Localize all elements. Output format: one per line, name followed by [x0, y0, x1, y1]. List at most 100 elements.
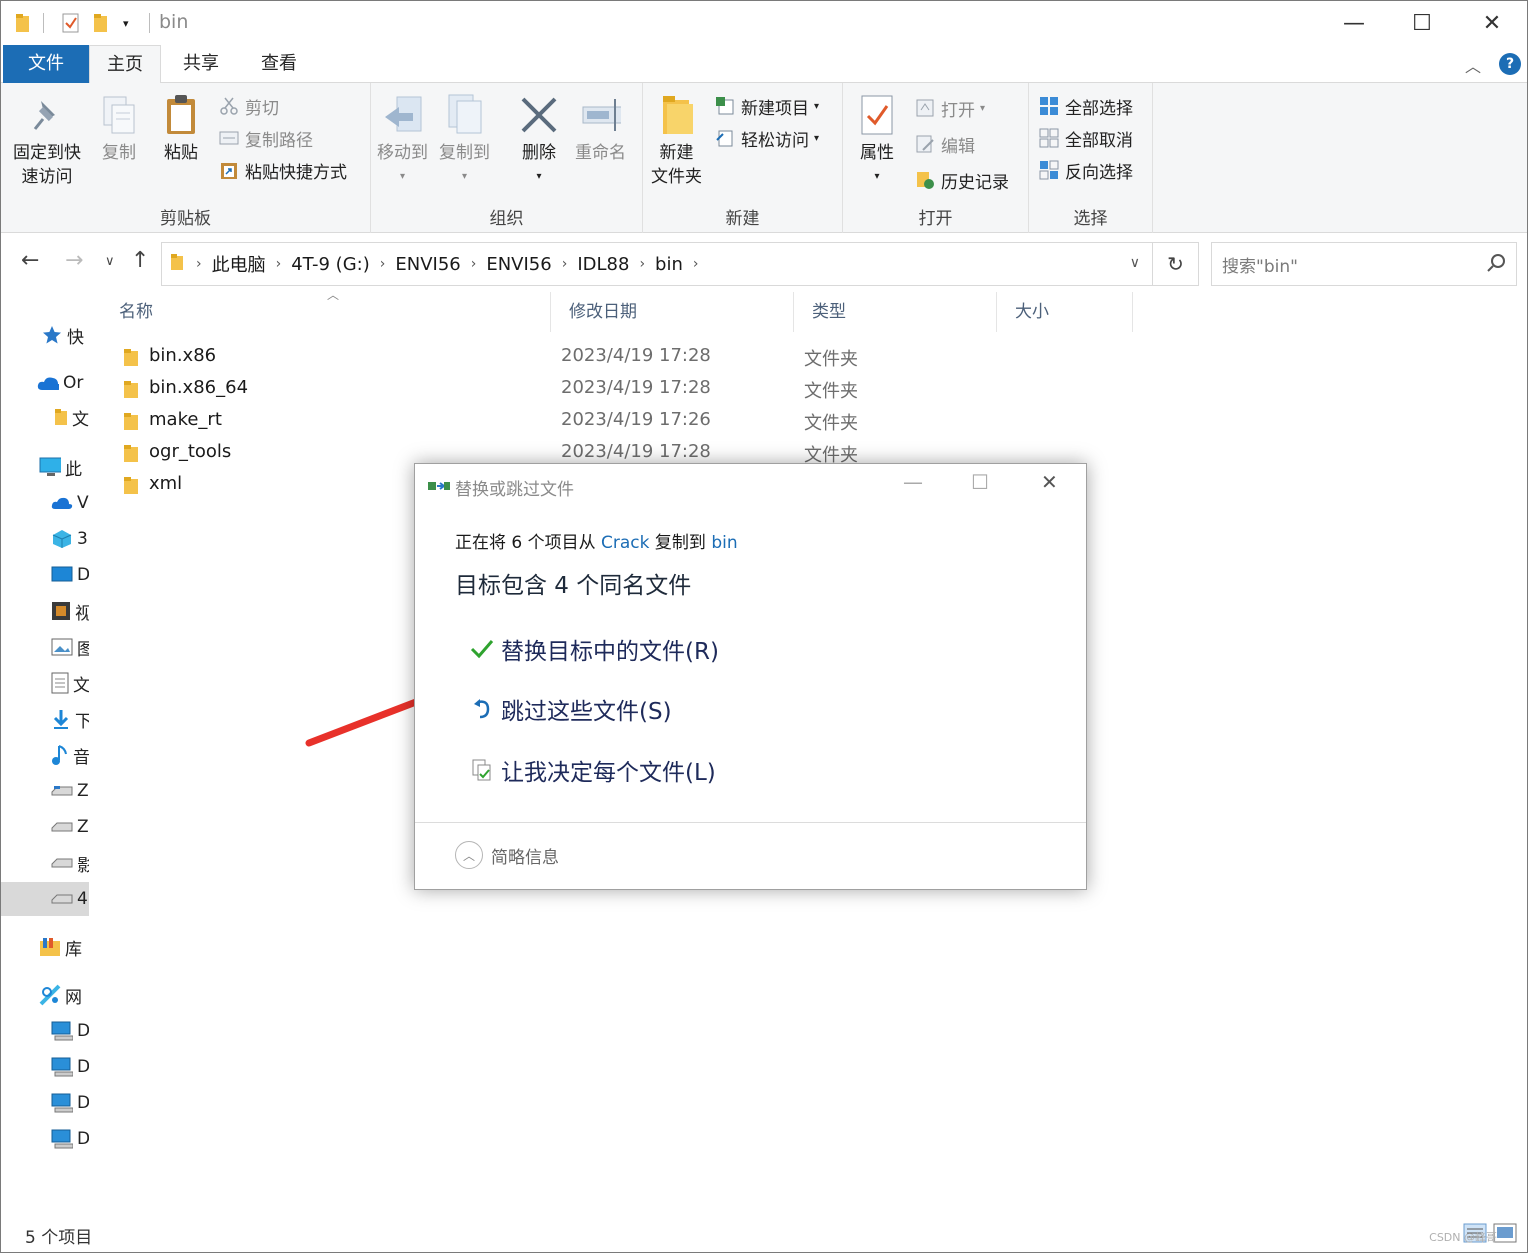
- nav-item-quick-access[interactable]: 快: [1, 318, 89, 352]
- dialog-close-button[interactable]: ✕: [1041, 470, 1058, 494]
- source-folder-link[interactable]: Crack: [601, 533, 649, 553]
- destination-folder-link[interactable]: bin: [711, 533, 737, 553]
- open-dropdown-icon: ▾: [980, 102, 986, 114]
- file-row[interactable]: bin.x86_64 2023/4/19 17:28 文件夹: [101, 373, 901, 405]
- nav-item-network-pc1[interactable]: D: [1, 1014, 89, 1048]
- pin-quick-access-button[interactable]: 固定到快 速访问: [13, 93, 81, 189]
- file-row[interactable]: bin.x86 2023/4/19 17:28 文件夹: [101, 341, 901, 373]
- breadcrumb-idl88[interactable]: IDL88: [577, 254, 629, 275]
- new-item-button[interactable]: 新建项目 ▾: [715, 91, 819, 121]
- recent-locations-chevron-icon[interactable]: ∨: [105, 254, 115, 269]
- dialog-maximize-button[interactable]: ☐: [971, 470, 989, 494]
- search-input[interactable]: 搜索"bin": [1211, 242, 1517, 286]
- nav-item-drive-4t[interactable]: 4: [1, 882, 89, 916]
- dialog-minimize-button[interactable]: —: [903, 470, 923, 494]
- tab-share[interactable]: 共享: [165, 45, 237, 83]
- address-bar[interactable]: › 此电脑 › 4T-9 (G:) › ENVI56 › ENVI56 › ID…: [161, 242, 1153, 286]
- history-icon: [915, 170, 935, 190]
- nav-item-drive-ying[interactable]: 影: [1, 846, 89, 880]
- properties-quick-icon[interactable]: [61, 11, 81, 35]
- nav-item-v[interactable]: V: [1, 486, 89, 520]
- fewer-details-label: 简略信息: [491, 847, 559, 868]
- properties-button[interactable]: 属性 ▾: [857, 93, 897, 189]
- help-icon[interactable]: ?: [1499, 53, 1521, 75]
- nav-item-pictures[interactable]: 图: [1, 630, 89, 664]
- chevron-right-icon[interactable]: ›: [639, 256, 645, 272]
- column-size[interactable]: 大小: [997, 292, 1133, 332]
- minimize-button[interactable]: —: [1331, 7, 1377, 39]
- chevron-right-icon[interactable]: ›: [380, 256, 386, 272]
- chevron-right-icon[interactable]: ›: [471, 256, 477, 272]
- nav-item-downloads[interactable]: 下: [1, 702, 89, 736]
- nav-item-documents[interactable]: 文: [1, 666, 89, 700]
- pin-label-line2: 速访问: [21, 167, 73, 187]
- cut-button[interactable]: 剪切: [219, 91, 279, 121]
- customize-quick-access-icon[interactable]: ▾: [123, 11, 129, 35]
- file-row[interactable]: make_rt 2023/4/19 17:26 文件夹: [101, 405, 901, 437]
- breadcrumb-drive[interactable]: 4T-9 (G:): [291, 254, 370, 275]
- column-name[interactable]: 名称: [101, 292, 551, 332]
- tab-view[interactable]: 查看: [243, 45, 315, 83]
- back-arrow-icon[interactable]: ←: [21, 248, 39, 273]
- nav-item-onedrive[interactable]: Or: [1, 366, 89, 400]
- move-to-button[interactable]: 移动到 ▾: [377, 93, 428, 189]
- column-type[interactable]: 类型: [794, 292, 997, 332]
- folder-icon[interactable]: [15, 11, 31, 35]
- collapse-ribbon-icon[interactable]: ︿: [1465, 53, 1481, 77]
- maximize-button[interactable]: ☐: [1399, 7, 1445, 39]
- nav-item-network[interactable]: 网: [1, 978, 89, 1012]
- breadcrumb-this-pc[interactable]: 此电脑: [212, 251, 266, 277]
- rename-button[interactable]: 重命名: [575, 93, 626, 165]
- breadcrumb-envi56-sub[interactable]: ENVI56: [486, 254, 551, 275]
- paste-shortcut-button[interactable]: 粘贴快捷方式: [219, 155, 347, 185]
- chevron-right-icon[interactable]: ›: [196, 256, 202, 272]
- nav-item-network-pc2[interactable]: D: [1, 1050, 89, 1084]
- nav-item-this-pc[interactable]: 此: [1, 450, 89, 484]
- pin-icon: [27, 93, 67, 137]
- nav-item-network-pc3[interactable]: D: [1, 1086, 89, 1120]
- tab-home[interactable]: 主页: [89, 45, 161, 84]
- nav-item-videos[interactable]: 视: [1, 594, 89, 628]
- chevron-right-icon[interactable]: ›: [562, 256, 568, 272]
- delete-button[interactable]: 删除 ▾: [519, 93, 559, 189]
- nav-item-desktop[interactable]: D: [1, 558, 89, 592]
- close-button[interactable]: ✕: [1469, 7, 1515, 39]
- select-all-button[interactable]: 全部选择: [1039, 91, 1133, 121]
- copy-to-button[interactable]: 复制到 ▾: [439, 93, 490, 189]
- copy-button[interactable]: 复制: [99, 93, 139, 165]
- refresh-icon[interactable]: ↻: [1153, 242, 1199, 286]
- address-history-chevron-icon[interactable]: ∨: [1130, 255, 1140, 271]
- up-arrow-icon[interactable]: ↑: [131, 248, 149, 273]
- column-date[interactable]: 修改日期: [551, 292, 794, 332]
- edit-button[interactable]: 编辑: [915, 129, 975, 159]
- open-button[interactable]: 打开 ▾: [915, 93, 985, 123]
- nav-item-folder[interactable]: 文: [1, 400, 89, 434]
- breadcrumb-bin[interactable]: bin: [655, 254, 683, 275]
- invert-selection-button[interactable]: 反向选择: [1039, 155, 1133, 185]
- nav-item-3d-objects[interactable]: 3: [1, 522, 89, 556]
- select-none-button[interactable]: 全部取消: [1039, 123, 1133, 153]
- chevron-right-icon[interactable]: ›: [693, 256, 699, 272]
- skip-files-option[interactable]: 跳过这些文件(S): [467, 692, 672, 726]
- tab-file[interactable]: 文件: [3, 45, 89, 83]
- new-folder-button[interactable]: 新建 文件夹: [651, 93, 702, 189]
- nav-item-music[interactable]: 音: [1, 738, 89, 772]
- nav-item-libraries[interactable]: 库: [1, 930, 89, 964]
- easy-access-button[interactable]: 轻松访问 ▾: [715, 123, 819, 153]
- nav-label: V: [77, 493, 89, 513]
- new-folder-icon: [657, 93, 697, 137]
- nav-item-drive-z2[interactable]: Z: [1, 810, 89, 844]
- fewer-details-button[interactable]: ︿ 简略信息: [455, 841, 559, 869]
- music-icon: [51, 745, 69, 765]
- replace-files-option[interactable]: 替换目标中的文件(R): [467, 632, 719, 666]
- paste-button[interactable]: 粘贴: [161, 93, 201, 165]
- decide-each-file-option[interactable]: 让我决定每个文件(L): [467, 753, 716, 787]
- breadcrumb-envi56[interactable]: ENVI56: [395, 254, 460, 275]
- chevron-right-icon[interactable]: ›: [276, 256, 282, 272]
- nav-item-network-pc4[interactable]: D: [1, 1122, 89, 1156]
- nav-item-drive-z1[interactable]: Z: [1, 774, 89, 808]
- forward-arrow-icon[interactable]: →: [65, 248, 83, 273]
- copy-path-button[interactable]: 复制路径: [219, 123, 313, 153]
- history-button[interactable]: 历史记录: [915, 165, 1009, 195]
- new-folder-quick-icon[interactable]: [93, 11, 109, 35]
